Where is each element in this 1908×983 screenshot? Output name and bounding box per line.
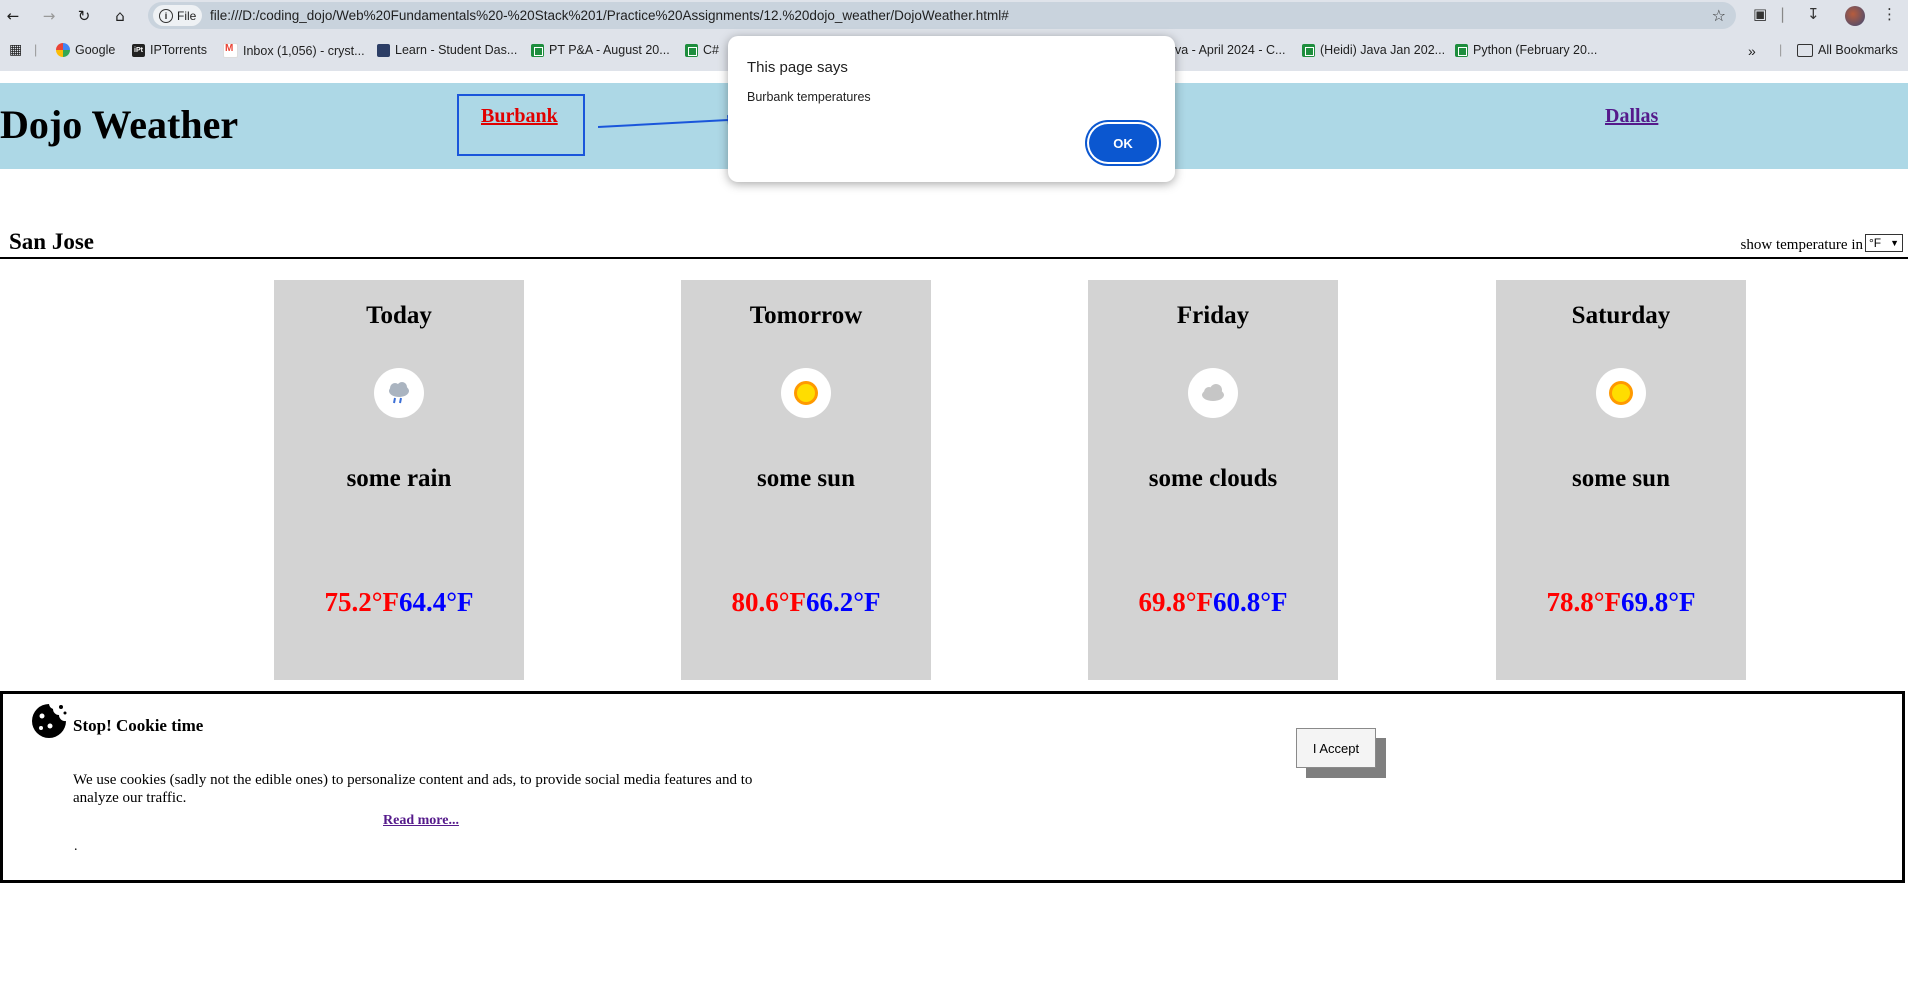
low-temp: 66.2°F — [806, 587, 881, 617]
annotation-arrow — [598, 115, 740, 128]
card-day: Friday — [1176, 302, 1250, 329]
annotation-box — [457, 94, 585, 156]
all-bookmarks[interactable]: All Bookmarks — [1797, 43, 1898, 57]
unit-select[interactable]: °F ▼ — [1865, 234, 1903, 252]
dallas-link[interactable]: Dallas — [1605, 105, 1658, 128]
sheets-icon — [531, 43, 544, 57]
ok-button[interactable]: OK — [1089, 124, 1157, 162]
cookie-text: We use cookies (sadly not the edible one… — [73, 772, 753, 806]
bookmark-google[interactable]: Google — [56, 43, 115, 57]
card-temperatures: 80.6°F66.2°F — [681, 587, 931, 618]
more-bookmarks-icon[interactable]: » — [1748, 43, 1756, 59]
city-row: San Jose show temperature in °F ▼ — [0, 229, 1908, 259]
cloud-icon — [1188, 368, 1238, 418]
card-temperatures: 78.8°F69.8°F — [1496, 587, 1746, 618]
low-temp: 69.8°F — [1621, 587, 1696, 617]
reload-icon[interactable]: ↻ — [73, 5, 95, 27]
site-title: Dojo Weather — [0, 102, 239, 147]
card-temperatures: 75.2°F64.4°F — [274, 587, 524, 618]
card-day: Saturday — [1571, 302, 1671, 329]
toolbar-divider: | — [1780, 5, 1786, 23]
forecast-card-tomorrow: Tomorrow some sun 80.6°F66.2°F — [681, 280, 931, 680]
bookmark-csharp[interactable]: C# — [685, 43, 719, 57]
bookmark-inbox[interactable]: Inbox (1,056) - cryst... — [223, 43, 365, 58]
browser-toolbar: ← → ↻ ⌂ i File file:///D:/coding_dojo/We… — [0, 0, 1908, 31]
file-label: File — [177, 8, 197, 23]
bookmark-star-icon[interactable]: ☆ — [1712, 6, 1726, 25]
bookmark-heidi-java[interactable]: (Heidi) Java Jan 202... — [1302, 43, 1445, 57]
card-description: some clouds — [1148, 465, 1278, 492]
high-temp: 75.2°F — [324, 587, 399, 617]
card-day: Today — [366, 302, 432, 329]
forecast-card-friday: Friday some clouds 69.8°F60.8°F — [1088, 280, 1338, 680]
apps-grid-icon[interactable]: ▦ — [9, 41, 22, 58]
accept-button[interactable]: I Accept — [1296, 728, 1376, 768]
read-more-link[interactable]: Read more... — [383, 813, 459, 829]
profile-avatar[interactable] — [1845, 6, 1865, 26]
high-temp: 69.8°F — [1138, 587, 1213, 617]
cookie-banner: Stop! Cookie time We use cookies (sadly … — [0, 691, 1905, 883]
temperature-label: show temperature in — [1740, 237, 1863, 253]
cookie-title: Stop! Cookie time — [73, 716, 204, 735]
alert-dialog: This page says Burbank temperatures OK — [728, 36, 1175, 182]
sheets-icon — [1455, 43, 1468, 57]
forecast-card-saturday: Saturday some sun 78.8°F69.8°F — [1496, 280, 1746, 680]
cookie-dot: . — [74, 839, 78, 854]
city-name: San Jose — [9, 229, 94, 254]
bookmark-java-april[interactable]: ava - April 2024 - C... — [1168, 43, 1285, 57]
dialog-message: Burbank temperatures — [747, 90, 871, 104]
download-icon[interactable]: ↧ — [1807, 5, 1820, 23]
low-temp: 64.4°F — [399, 587, 474, 617]
bookmark-divider: | — [1779, 43, 1783, 57]
page-content: Dojo Weather Burbank Dallas San Jose sho… — [0, 71, 1908, 983]
bookmark-python[interactable]: Python (February 20... — [1455, 43, 1597, 57]
bookmark-learn[interactable]: Learn - Student Das... — [377, 43, 517, 57]
folder-icon — [1797, 43, 1813, 57]
gmail-icon — [223, 43, 238, 58]
sheets-icon — [1302, 43, 1315, 57]
sun-icon — [1596, 368, 1646, 418]
card-description: some sun — [757, 465, 855, 492]
bookmark-pt-pa[interactable]: PT P&A - August 20... — [531, 43, 670, 57]
home-icon[interactable]: ⌂ — [109, 5, 131, 27]
card-description: some rain — [346, 465, 452, 492]
dialog-title: This page says — [747, 59, 848, 76]
google-icon — [56, 43, 70, 57]
card-day: Tomorrow — [749, 302, 863, 329]
iptorrents-icon: iPt — [132, 43, 145, 57]
card-temperatures: 69.8°F60.8°F — [1088, 587, 1338, 618]
extensions-icon[interactable]: ▣ — [1753, 5, 1767, 23]
info-icon: i — [159, 8, 173, 23]
bookmark-iptorrents[interactable]: iPt IPTorrents — [132, 43, 207, 57]
card-description: some sun — [1572, 465, 1670, 492]
learn-icon — [377, 43, 390, 57]
rain-icon — [374, 368, 424, 418]
site-info-button[interactable]: i File — [153, 5, 203, 26]
high-temp: 80.6°F — [731, 587, 806, 617]
sheets-icon — [685, 43, 698, 57]
cookie-icon — [32, 704, 67, 738]
forecast-card-today: Today some rain 75.2°F64.4°F — [274, 280, 524, 680]
bookmark-divider: | — [34, 43, 38, 57]
url-text[interactable]: file:///D:/coding_dojo/Web%20Fundamental… — [210, 8, 1009, 23]
menu-icon[interactable]: ⋮ — [1882, 5, 1897, 23]
chevron-down-icon: ▼ — [1890, 238, 1899, 248]
sun-icon — [781, 368, 831, 418]
forward-icon[interactable]: → — [38, 5, 60, 27]
address-bar[interactable]: i File file:///D:/coding_dojo/Web%20Fund… — [148, 2, 1736, 29]
back-icon[interactable]: ← — [2, 5, 24, 27]
high-temp: 78.8°F — [1546, 587, 1621, 617]
low-temp: 60.8°F — [1213, 587, 1288, 617]
